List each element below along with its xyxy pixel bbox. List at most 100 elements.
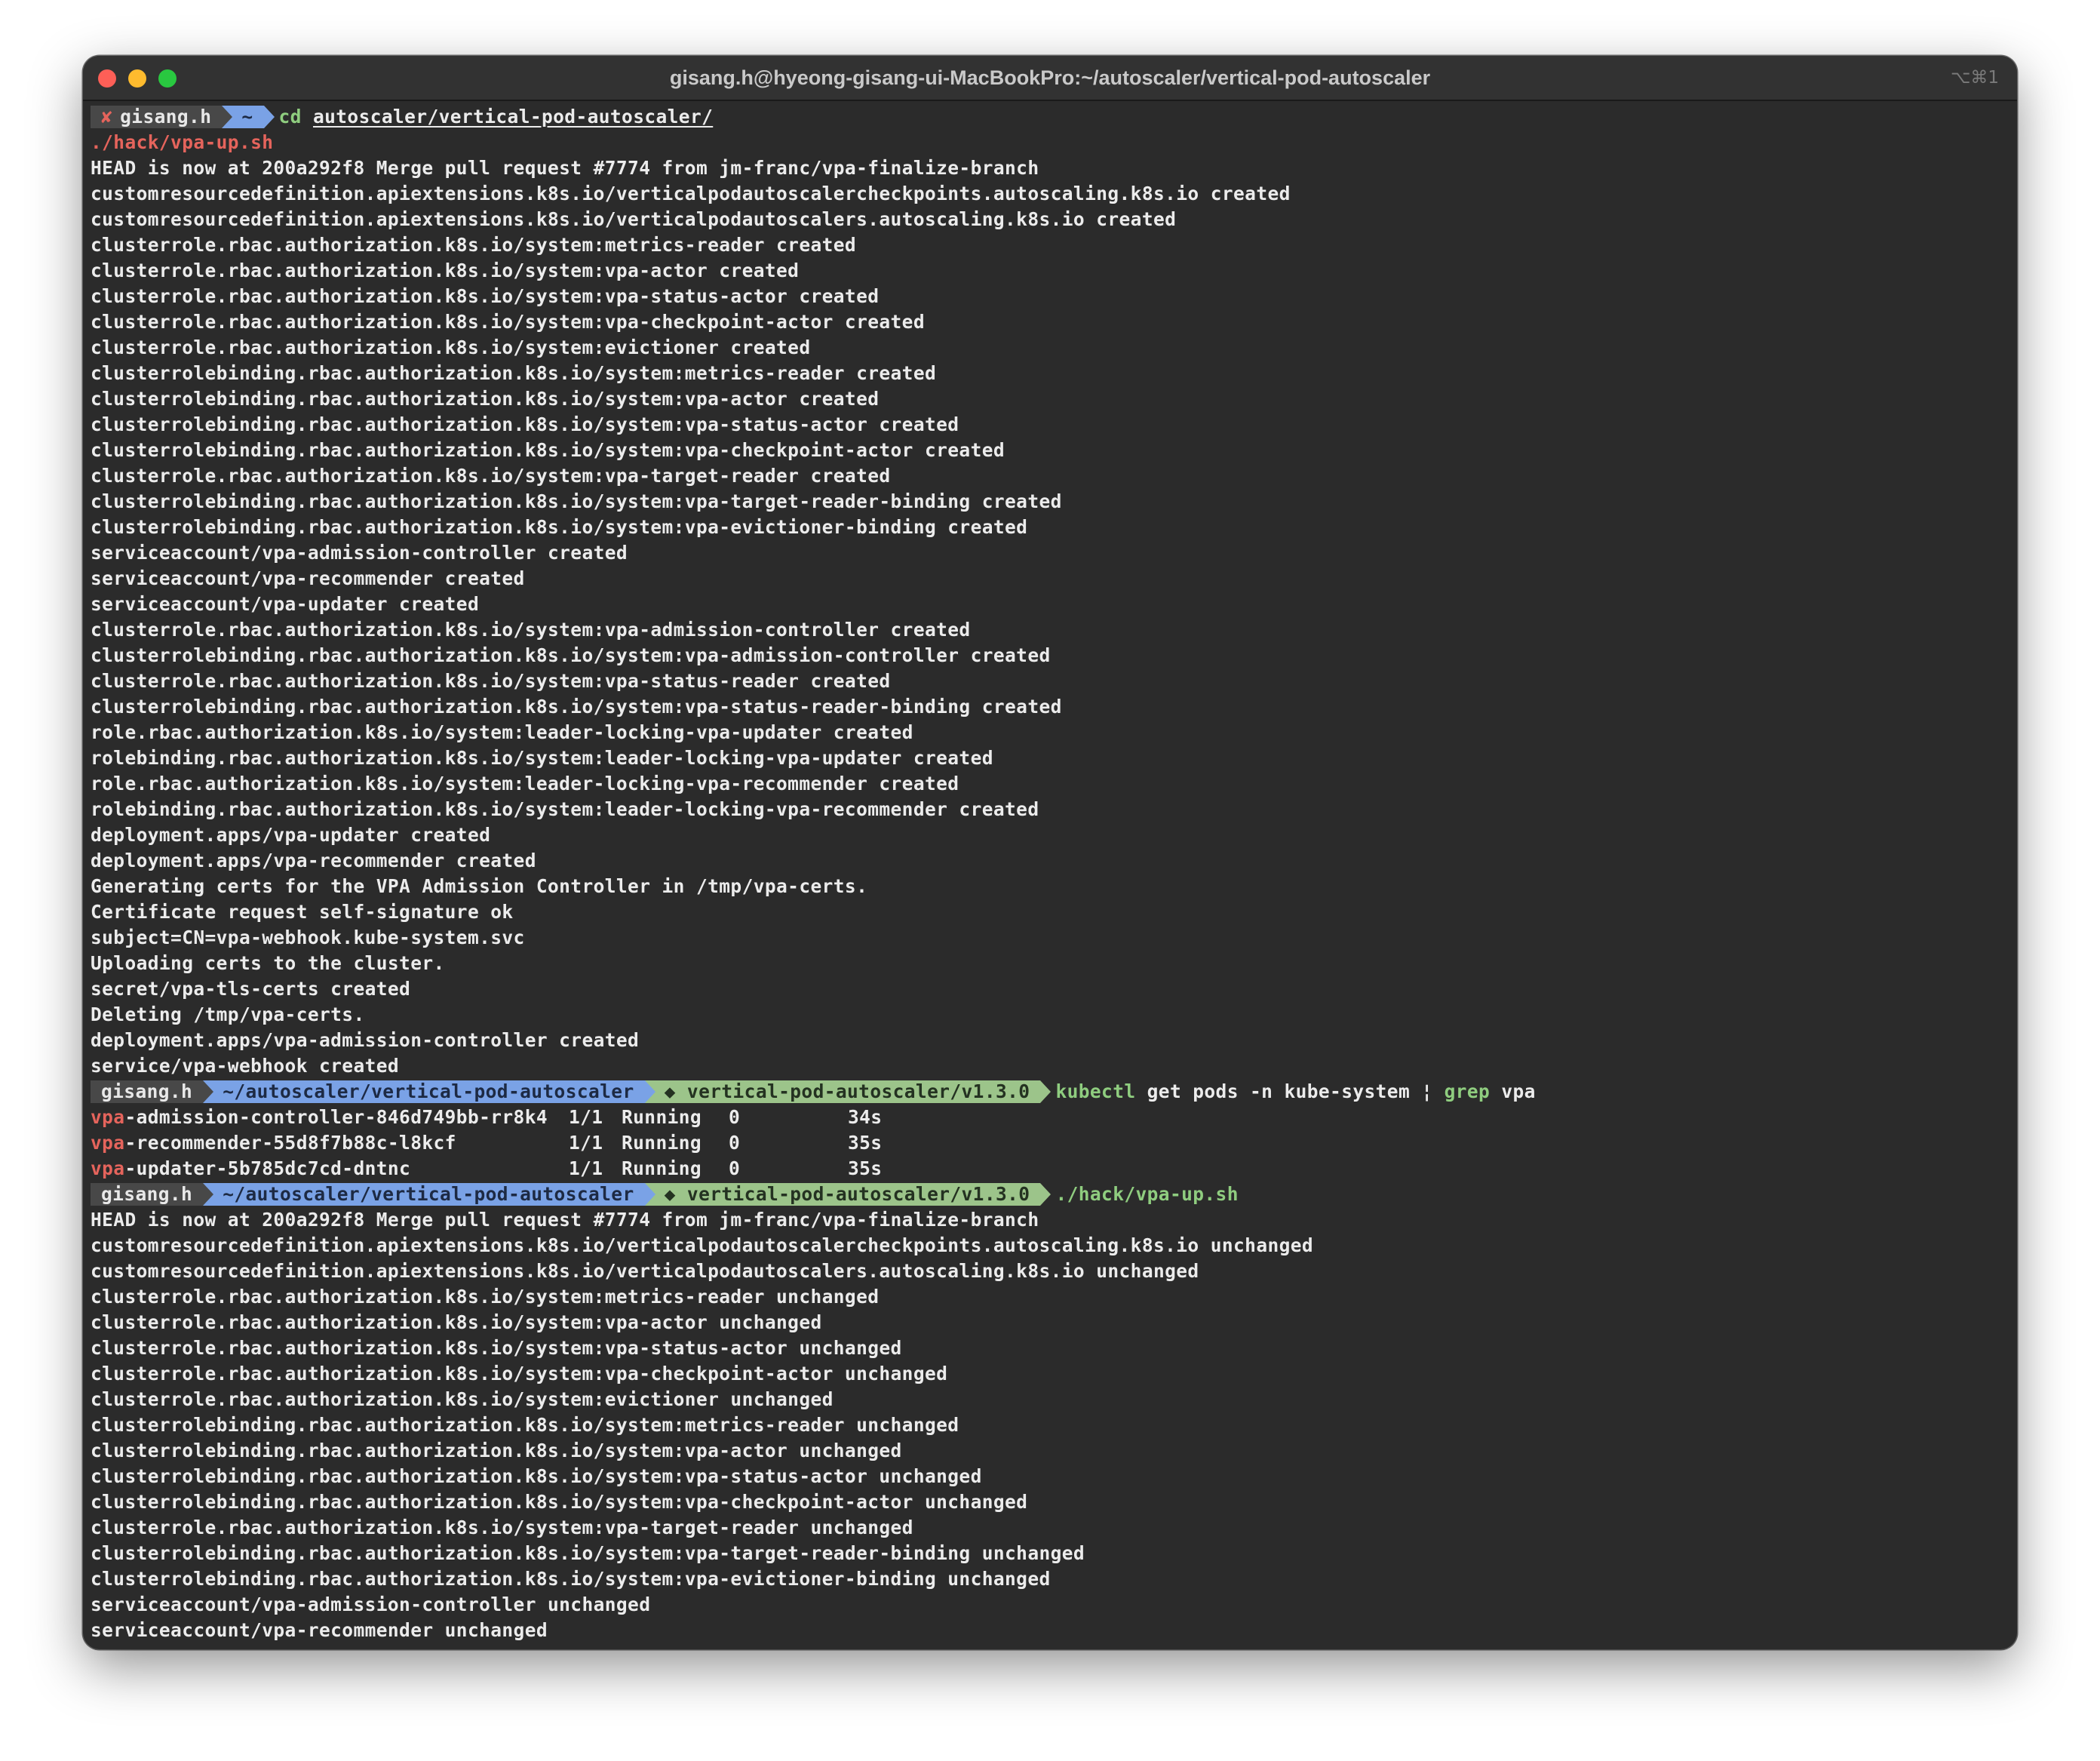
output-line: Deleting /tmp/vpa-certs.	[91, 1003, 365, 1025]
prompt-line-3: gisang.h ~/autoscaler/vertical-pod-autosc…	[91, 1182, 2006, 1207]
prompt-user-segment: gisang.h	[91, 1183, 214, 1206]
output-line: role.rbac.authorization.k8s.io/system:le…	[91, 773, 959, 794]
output-line: clusterrolebinding.rbac.authorization.k8…	[91, 490, 1062, 512]
output-line: Generating certs for the VPA Admission C…	[91, 875, 868, 897]
output-line: clusterrolebinding.rbac.authorization.k8…	[91, 1414, 959, 1436]
grep-match: vpa	[91, 1132, 125, 1154]
command-args: get pods -n kube-system	[1147, 1080, 1411, 1102]
output-line: serviceaccount/vpa-updater created	[91, 593, 480, 615]
output-line: clusterrolebinding.rbac.authorization.k8…	[91, 644, 1051, 666]
output-line: clusterrolebinding.rbac.authorization.k8…	[91, 696, 1062, 718]
pod-ready: 1/1	[569, 1132, 603, 1154]
output-line: clusterrole.rbac.authorization.k8s.io/sy…	[91, 311, 925, 333]
prompt-line-2: gisang.h ~/autoscaler/vertical-pod-autosc…	[91, 1079, 2006, 1105]
pod-status: Running	[622, 1157, 702, 1179]
output-line: clusterrolebinding.rbac.authorization.k8…	[91, 413, 959, 435]
output-line: HEAD is now at 200a292f8 Merge pull requ…	[91, 1209, 1039, 1231]
output-line: clusterrolebinding.rbac.authorization.k8…	[91, 1440, 902, 1461]
output-line: clusterrole.rbac.authorization.k8s.io/sy…	[91, 1517, 913, 1538]
command-input: kubectl get pods -n kube-system ¦ grep v…	[1040, 1079, 1535, 1105]
terminal-content[interactable]: ✘ gisang.h ~ cd autoscaler/vertical-pod-aut…	[91, 104, 2006, 1646]
output-line: HEAD is now at 200a292f8 Merge pull requ…	[91, 157, 1039, 179]
output-line: deployment.apps/vpa-updater created	[91, 824, 491, 846]
window-title: gisang.h@hyeong-gisang-ui-MacBookPro:~/a…	[669, 66, 1431, 89]
output-line: clusterrole.rbac.authorization.k8s.io/sy…	[91, 1337, 902, 1359]
output-line: subject=CN=vpa-webhook.kube-system.svc	[91, 927, 525, 948]
output-line: clusterrolebinding.rbac.authorization.k8…	[91, 1465, 982, 1487]
output-line: clusterrolebinding.rbac.authorization.k8…	[91, 1568, 1051, 1590]
output-line: clusterrole.rbac.authorization.k8s.io/sy…	[91, 619, 971, 641]
pod-restarts: 0	[729, 1157, 741, 1179]
output-line: role.rbac.authorization.k8s.io/system:le…	[91, 721, 913, 743]
command-name: ./hack/vpa-up.sh	[1055, 1183, 1239, 1205]
pod-age: 34s	[848, 1106, 883, 1128]
output-line: serviceaccount/vpa-admission-controller …	[91, 542, 628, 564]
command-output-2: HEAD is now at 200a292f8 Merge pull requ…	[91, 1207, 2006, 1643]
output-line: service/vpa-webhook created	[91, 1055, 400, 1077]
pod-name-rest: -recommender-55d8f7b88c-l8kcf	[124, 1132, 456, 1154]
grep-match: vpa	[91, 1157, 125, 1179]
output-line: deployment.apps/vpa-admission-controller…	[91, 1029, 640, 1051]
pod-ready: 1/1	[569, 1157, 603, 1179]
output-line: clusterrolebinding.rbac.authorization.k8…	[91, 1491, 1028, 1513]
pod-name: vpa-recommender-55d8f7b88c-l8kcf	[91, 1130, 569, 1156]
autosuggestion-line: ./hack/vpa-up.sh	[91, 131, 274, 153]
prompt-user-segment: gisang.h	[91, 1080, 214, 1103]
output-line: serviceaccount/vpa-recommender created	[91, 567, 525, 589]
output-line: clusterrolebinding.rbac.authorization.k8…	[91, 362, 937, 384]
title-bar: gisang.h@hyeong-gisang-ui-MacBookPro:~/a…	[83, 56, 2017, 101]
command-name: kubectl	[1055, 1080, 1136, 1102]
prompt-git-segment: ◆ vertical-pod-autoscaler/v1.3.0	[644, 1183, 1052, 1206]
output-line: clusterrole.rbac.authorization.k8s.io/sy…	[91, 670, 891, 692]
output-line: clusterrole.rbac.authorization.k8s.io/sy…	[91, 465, 891, 487]
output-line: clusterrole.rbac.authorization.k8s.io/sy…	[91, 234, 857, 256]
prompt-dir-segment: ~/autoscaler/vertical-pod-autoscaler	[203, 1183, 656, 1206]
grep-match: vpa	[91, 1106, 125, 1128]
pod-status: Running	[622, 1106, 702, 1128]
pod-row: vpa-admission-controller-846d749bb-rr8k4…	[91, 1105, 2006, 1130]
pod-restarts: 0	[729, 1106, 741, 1128]
prompt-git-segment: ◆ vertical-pod-autoscaler/v1.3.0	[644, 1080, 1052, 1103]
pod-name-rest: -admission-controller-846d749bb-rr8k4	[124, 1106, 548, 1128]
pod-row: vpa-updater-5b785dc7cd-dntnc 1/1 Running 0 3…	[91, 1156, 2006, 1182]
pod-age: 35s	[848, 1132, 883, 1154]
output-line: Certificate request self-signature ok	[91, 901, 514, 923]
output-line: clusterrole.rbac.authorization.k8s.io/sy…	[91, 285, 880, 307]
pod-restarts: 0	[729, 1132, 741, 1154]
output-line: customresourcedefinition.apiextensions.k…	[91, 208, 1177, 230]
prompt-dir-segment: ~/autoscaler/vertical-pod-autoscaler	[203, 1080, 656, 1103]
pod-name: vpa-updater-5b785dc7cd-dntnc	[91, 1156, 569, 1182]
output-line: secret/vpa-tls-certs created	[91, 978, 411, 1000]
prompt-line-1: ✘ gisang.h ~ cd autoscaler/vertical-pod-aut…	[91, 104, 2006, 130]
prompt-user: gisang.h	[120, 106, 212, 128]
pod-status: Running	[622, 1132, 702, 1154]
command-output-1: HEAD is now at 200a292f8 Merge pull requ…	[91, 155, 2006, 1079]
output-line: clusterrolebinding.rbac.authorization.k8…	[91, 1542, 1085, 1564]
output-line: rolebinding.rbac.authorization.k8s.io/sy…	[91, 747, 993, 769]
grep-argument: vpa	[1501, 1080, 1536, 1102]
command-name: cd	[278, 106, 302, 128]
output-line: clusterrolebinding.rbac.authorization.k8…	[91, 516, 1028, 538]
output-line: clusterrole.rbac.authorization.k8s.io/sy…	[91, 1388, 834, 1410]
command-argument: autoscaler/vertical-pod-autoscaler/	[312, 106, 714, 128]
pod-name-rest: -updater-5b785dc7cd-dntnc	[124, 1157, 411, 1179]
output-line: customresourcedefinition.apiextensions.k…	[91, 1234, 1314, 1256]
pod-name: vpa-admission-controller-846d749bb-rr8k4	[91, 1105, 569, 1130]
output-line: customresourcedefinition.apiextensions.k…	[91, 1260, 1199, 1282]
output-line: clusterrole.rbac.authorization.k8s.io/sy…	[91, 1311, 822, 1333]
terminal-window: gisang.h@hyeong-gisang-ui-MacBookPro:~/a…	[83, 56, 2017, 1649]
pod-age: 35s	[848, 1157, 883, 1179]
output-line: clusterrole.rbac.authorization.k8s.io/sy…	[91, 260, 800, 281]
output-line: customresourcedefinition.apiextensions.k…	[91, 183, 1291, 204]
output-line: serviceaccount/vpa-admission-controller …	[91, 1594, 651, 1615]
tab-shortcut-label: ⌥⌘1	[1950, 68, 1999, 88]
output-line: clusterrolebinding.rbac.authorization.k8…	[91, 439, 1005, 461]
pipe-symbol: ¦	[1421, 1080, 1433, 1102]
command-input: cd autoscaler/vertical-pod-autoscaler/	[264, 104, 714, 130]
output-line: clusterrolebinding.rbac.authorization.k8…	[91, 388, 880, 410]
command-input: ./hack/vpa-up.sh	[1040, 1182, 1238, 1207]
output-line: clusterrole.rbac.authorization.k8s.io/sy…	[91, 337, 811, 358]
output-line: rolebinding.rbac.authorization.k8s.io/sy…	[91, 798, 1039, 820]
output-line: Uploading certs to the cluster.	[91, 952, 445, 974]
grep-command: grep	[1444, 1080, 1491, 1102]
